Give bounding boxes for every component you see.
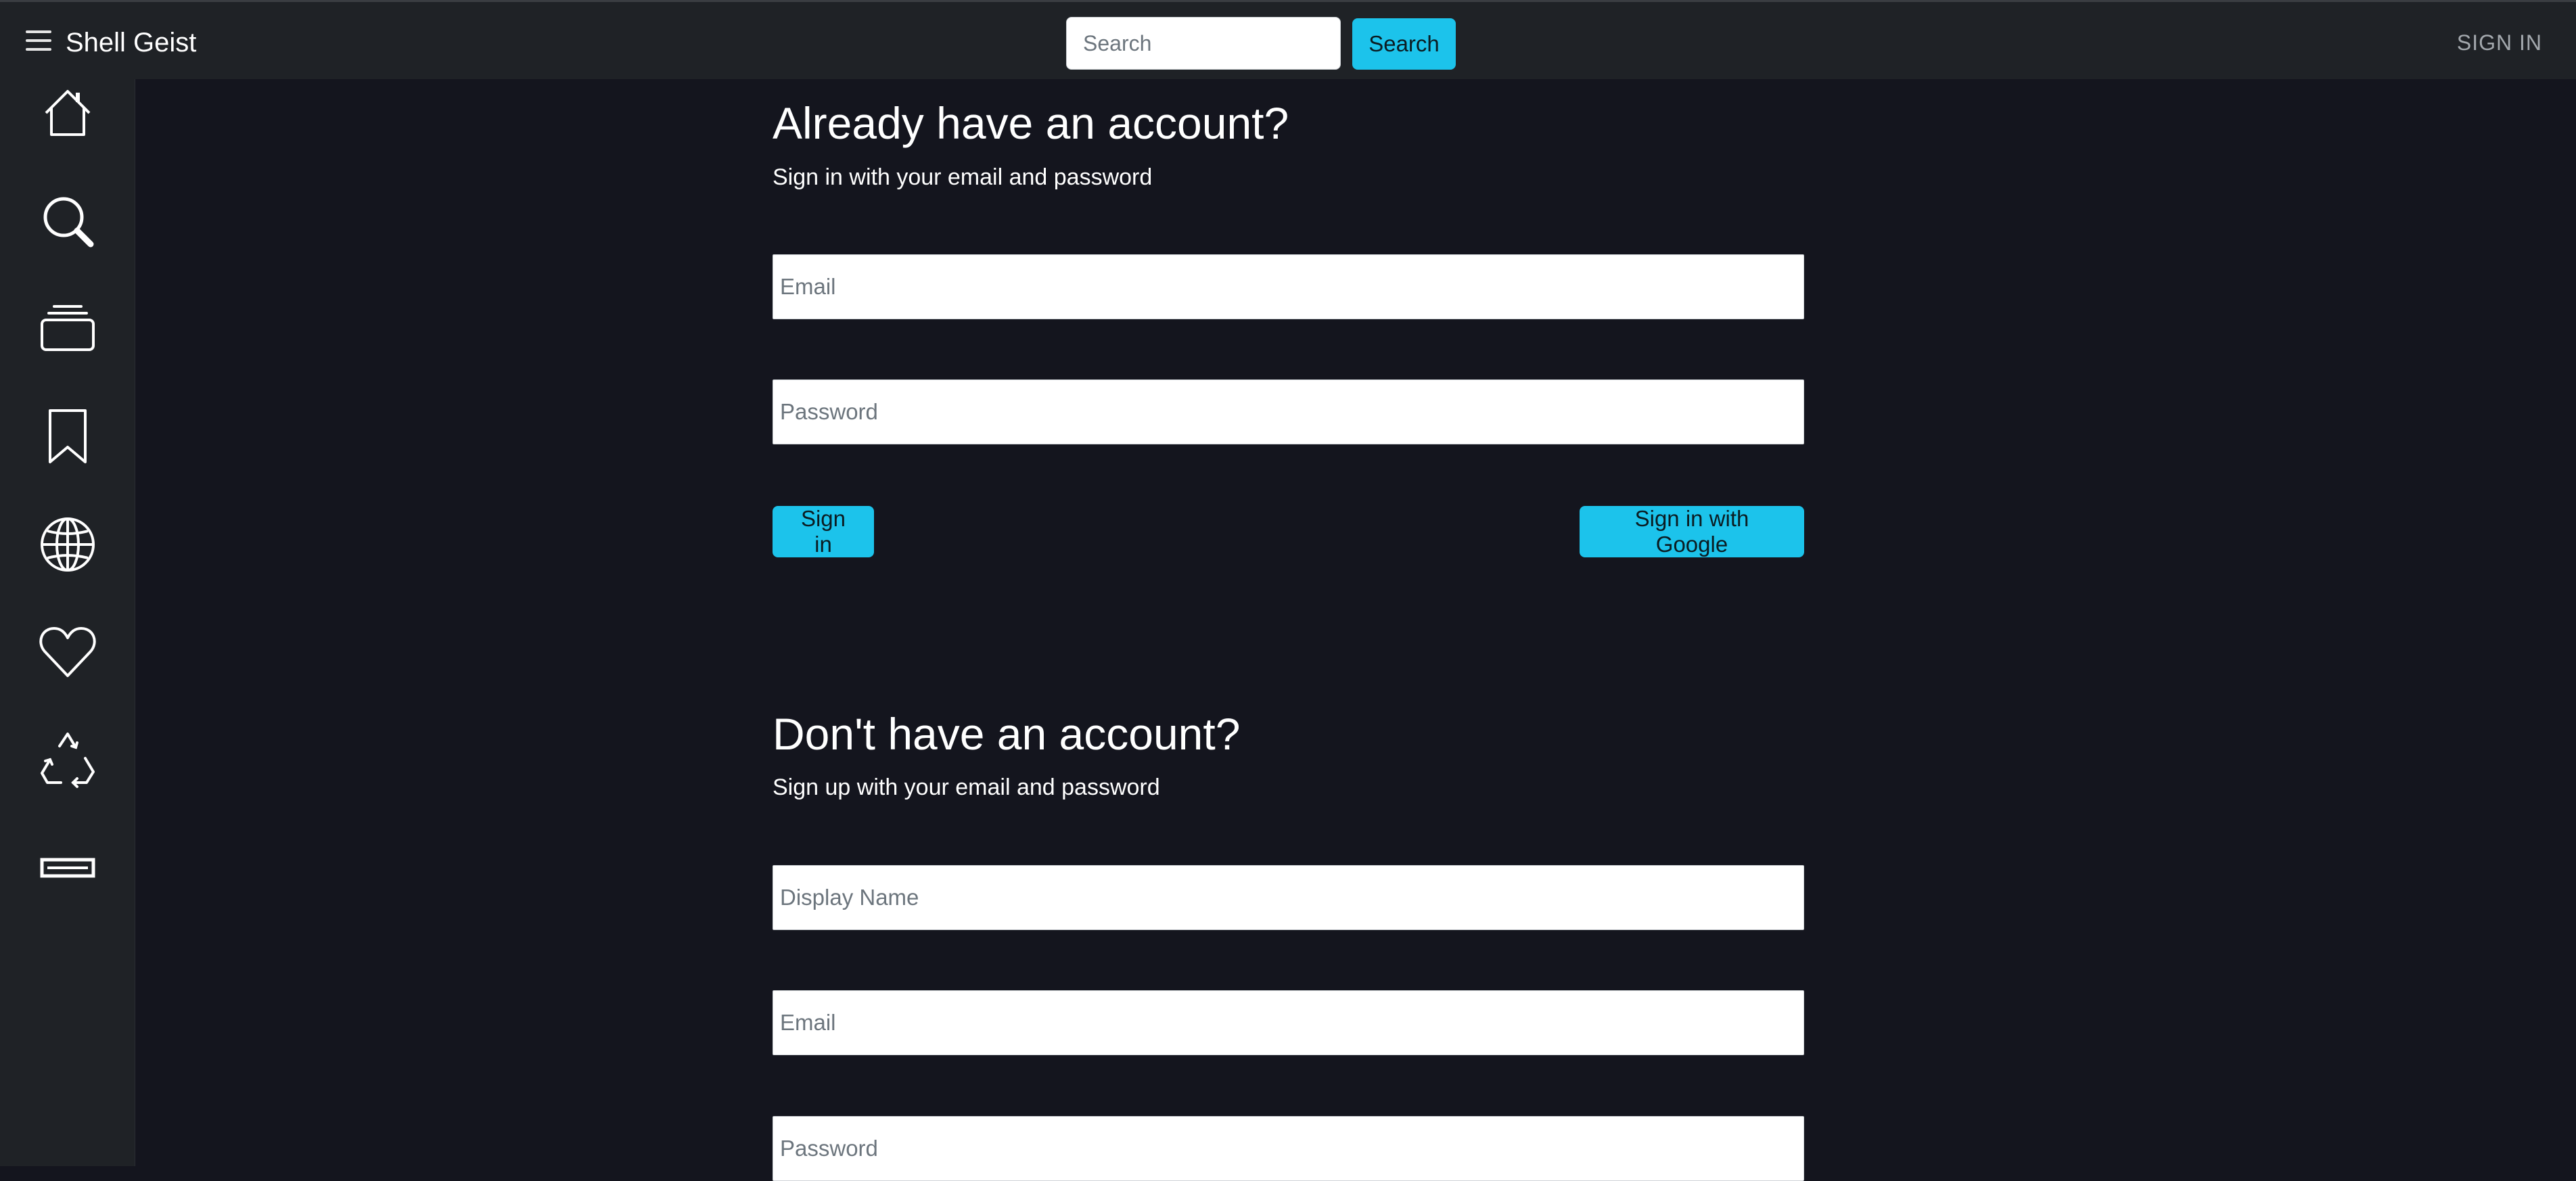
sidebar-item-bookmarks[interactable] — [34, 402, 101, 470]
sidebar-item-collections[interactable] — [34, 294, 101, 362]
search-button[interactable]: Search — [1352, 18, 1456, 70]
sidebar-item-storage[interactable] — [34, 834, 101, 902]
signin-subtitle: Sign in with your email and password — [773, 164, 1153, 190]
sidebar — [0, 79, 135, 1166]
signin-password-input[interactable] — [773, 379, 1804, 444]
sidebar-item-explore[interactable] — [34, 511, 101, 578]
sign-in-button[interactable]: Sign in — [773, 506, 874, 557]
home-icon — [45, 90, 91, 136]
top-navbar: Shell Geist Search SIGN IN — [0, 0, 2576, 79]
sidebar-item-favorites[interactable] — [34, 618, 101, 685]
collection-icon — [41, 305, 95, 351]
signup-password-input[interactable] — [773, 1116, 1804, 1181]
signup-display-name-input[interactable] — [773, 865, 1804, 930]
signup-title: Don't have an account? — [773, 709, 1241, 759]
bookmark-icon — [49, 409, 87, 463]
signin-title: Already have an account? — [773, 98, 1289, 148]
search-icon — [43, 197, 94, 248]
sidebar-item-search[interactable] — [34, 187, 101, 255]
recycle-icon — [41, 733, 95, 788]
globe-icon — [41, 517, 95, 572]
search-input[interactable] — [1066, 17, 1341, 70]
signup-subtitle: Sign up with your email and password — [773, 774, 1160, 800]
bar-icon — [40, 858, 95, 878]
sidebar-item-recycle[interactable] — [34, 726, 101, 793]
signin-email-input[interactable] — [773, 254, 1804, 319]
heart-icon — [39, 627, 96, 677]
brand-link[interactable]: Shell Geist — [66, 26, 196, 59]
menu-icon[interactable] — [26, 30, 51, 52]
sidebar-item-home[interactable] — [34, 79, 101, 147]
sign-in-google-button[interactable]: Sign in with Google — [1580, 506, 1804, 557]
sign-in-link[interactable]: SIGN IN — [2457, 29, 2542, 56]
signup-email-input[interactable] — [773, 990, 1804, 1055]
